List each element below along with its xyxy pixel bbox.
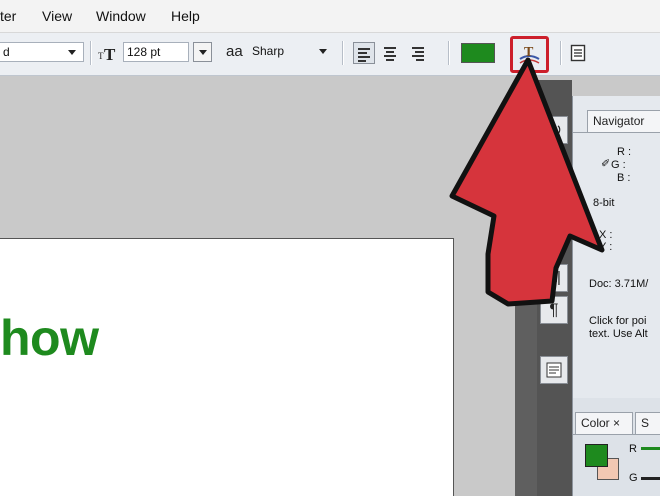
annotation-arrow	[449, 57, 605, 307]
